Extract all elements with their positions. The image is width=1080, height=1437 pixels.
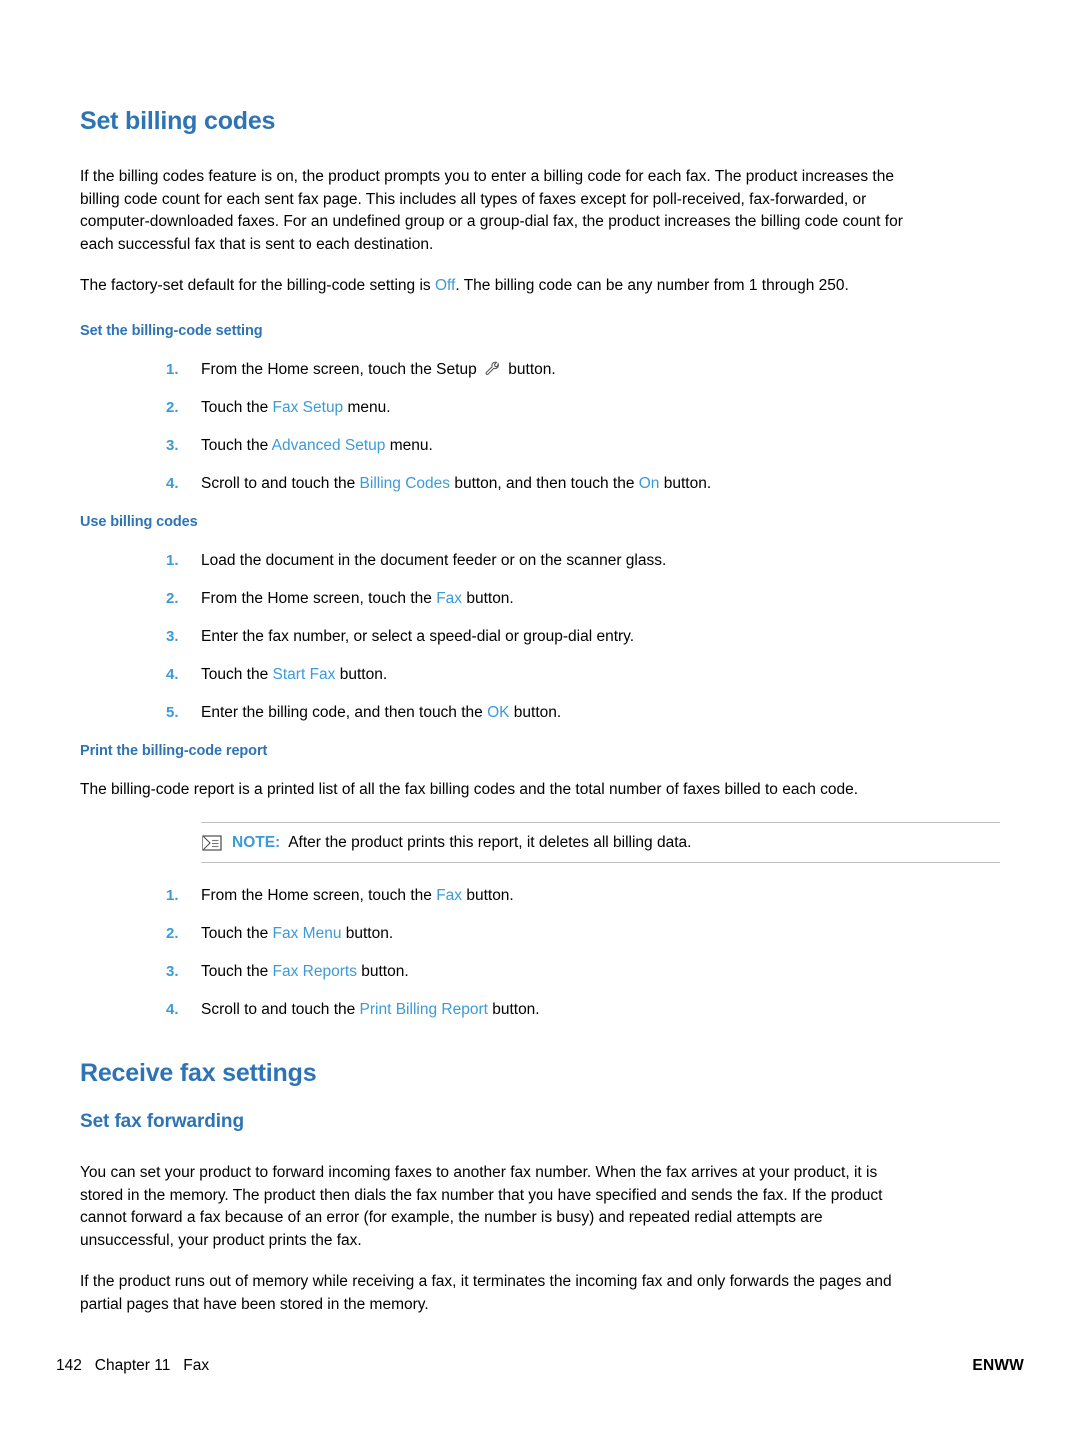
step-number: 3. [166,963,179,980]
document-page: Set billing codes If the billing codes f… [0,0,1080,1437]
step-text-pre: Touch the [201,665,273,683]
step-text-post: button. [462,887,514,904]
step-text-post: button. [509,703,562,721]
step-text-pre: Touch the [201,398,273,416]
footer-enww: ENWW [972,1357,1024,1374]
heading-print-billing-code-report: Print the billing-code report [80,742,268,759]
step-text-pre: Touch the [201,925,273,942]
step-text-pre: From the Home screen, touch the Setup [201,360,481,378]
note-icon [201,834,223,852]
list-item: 3. Enter the fax number, or select a spee… [80,626,1000,648]
ui-term-print-billing-report: Print Billing Report [359,1001,488,1018]
paragraph-billing-code-report: The billing-code report is a printed lis… [80,780,859,798]
step-text-post: button. [335,665,388,683]
list-item: 2. From the Home screen, touch the Fax bu… [80,588,1000,610]
footer-page-chapter: 142 Chapter 11 Fax [56,1357,210,1374]
step-text-post: button. [504,360,556,378]
ui-term-fax: Fax [436,887,463,904]
ui-term-fax-setup: Fax Setup [272,398,344,416]
step-number: 4. [166,665,179,683]
para2-part-b: . The billing code can be any number fro… [455,277,849,294]
step-number: 4. [166,1001,179,1018]
step-number: 5. [166,703,179,721]
list-item: 1. Load the document in the document feed… [80,550,1000,572]
list-item: 1. From the Home screen, touch the Setup … [80,359,1000,381]
step-text-post: button. [341,925,394,942]
page-content: Set billing codes If the billing codes f… [80,0,1000,1316]
step-number: 2. [166,925,179,942]
heading-set-billing-code-setting: Set the billing-code setting [80,322,263,339]
ui-term-off: Off [434,277,456,294]
step-number: 2. [166,589,179,607]
paragraph-memory-out: If the product runs out of memory while … [80,1273,892,1313]
ui-term-fax: Fax [436,589,463,607]
steps-set-billing-code-setting: 1. From the Home screen, touch the Setup … [80,359,1000,495]
step-text-post: button. [487,1001,540,1018]
step-number: 4. [166,474,179,492]
list-item: 1. From the Home screen, touch the Fax bu… [80,885,1000,907]
page-footer: 142 Chapter 11 Fax ENWW [56,1357,1024,1375]
step-text-pre: Load the document in the document feeder… [201,551,667,569]
step-number: 1. [166,887,179,904]
ui-term-ok: OK [487,703,510,721]
step-text-pre: From the Home screen, touch the [201,589,437,607]
step-text-post: menu. [343,398,391,416]
ui-term-billing-codes: Billing Codes [359,474,451,492]
paragraph-factory-default: The factory-set default for the billing-… [80,275,914,298]
heading-use-billing-codes: Use billing codes [80,513,198,530]
list-item: 4. Scroll to and touch the Billing Codes … [80,473,1000,495]
list-item: 2. Touch the Fax Menu button. [80,923,1000,945]
ui-term-advanced-setup: Advanced Setup [271,436,386,454]
step-text-post: button. [659,474,712,492]
note-label: NOTE: [232,834,281,851]
note-box: NOTE: After the product prints this repo… [201,822,1000,863]
heading-set-fax-forwarding: Set fax forwarding [80,1111,244,1132]
ui-term-on: On [638,474,660,492]
list-item: 3. Touch the Fax Reports button. [80,961,1000,983]
step-number: 2. [166,398,179,416]
ui-term-fax-menu: Fax Menu [272,925,342,942]
steps-print-billing-code-report: 1. From the Home screen, touch the Fax bu… [80,885,1000,1021]
step-number: 3. [166,436,179,454]
ui-term-fax-reports: Fax Reports [272,963,357,980]
step-number: 3. [166,627,179,645]
para2-part-a: The factory-set default for the billing-… [80,277,435,294]
heading-receive-fax-settings: Receive fax settings [80,1059,317,1087]
step-text-pre: Enter the billing code, and then touch t… [201,703,488,721]
list-item: 4. Scroll to and touch the Print Billing … [80,999,1000,1021]
step-number: 1. [166,360,179,378]
note-text: After the product prints this report, it… [288,834,692,851]
step-text-pre: Touch the [201,963,273,980]
paragraph-billing-codes-intro: If the billing codes feature is on, the … [80,168,903,253]
step-text-post: button. [462,589,514,607]
ui-term-start-fax: Start Fax [272,665,336,683]
step-text-post: menu. [385,436,433,454]
step-text-post: button. [356,963,409,980]
list-item: 5. Enter the billing code, and then touch… [80,702,1000,724]
wrench-icon [484,361,501,377]
step-text-mid: button, and then touch the [450,474,639,492]
paragraph-fax-forwarding: You can set your product to forward inco… [80,1164,883,1249]
list-item: 4. Touch the Start Fax button. [80,664,1000,686]
step-text-pre: Scroll to and touch the [201,474,360,492]
step-number: 1. [166,551,179,569]
list-item: 2. Touch the Fax Setup menu. [80,397,1000,419]
step-text-pre: Scroll to and touch the [201,1001,360,1018]
step-text-pre: From the Home screen, touch the [201,887,437,904]
steps-use-billing-codes: 1. Load the document in the document feed… [80,550,1000,724]
heading-set-billing-codes: Set billing codes [80,107,276,135]
step-text-pre: Enter the fax number, or select a speed-… [201,627,635,645]
step-text-pre: Touch the [201,436,272,454]
list-item: 3. Touch the Advanced Setup menu. [80,435,1000,457]
